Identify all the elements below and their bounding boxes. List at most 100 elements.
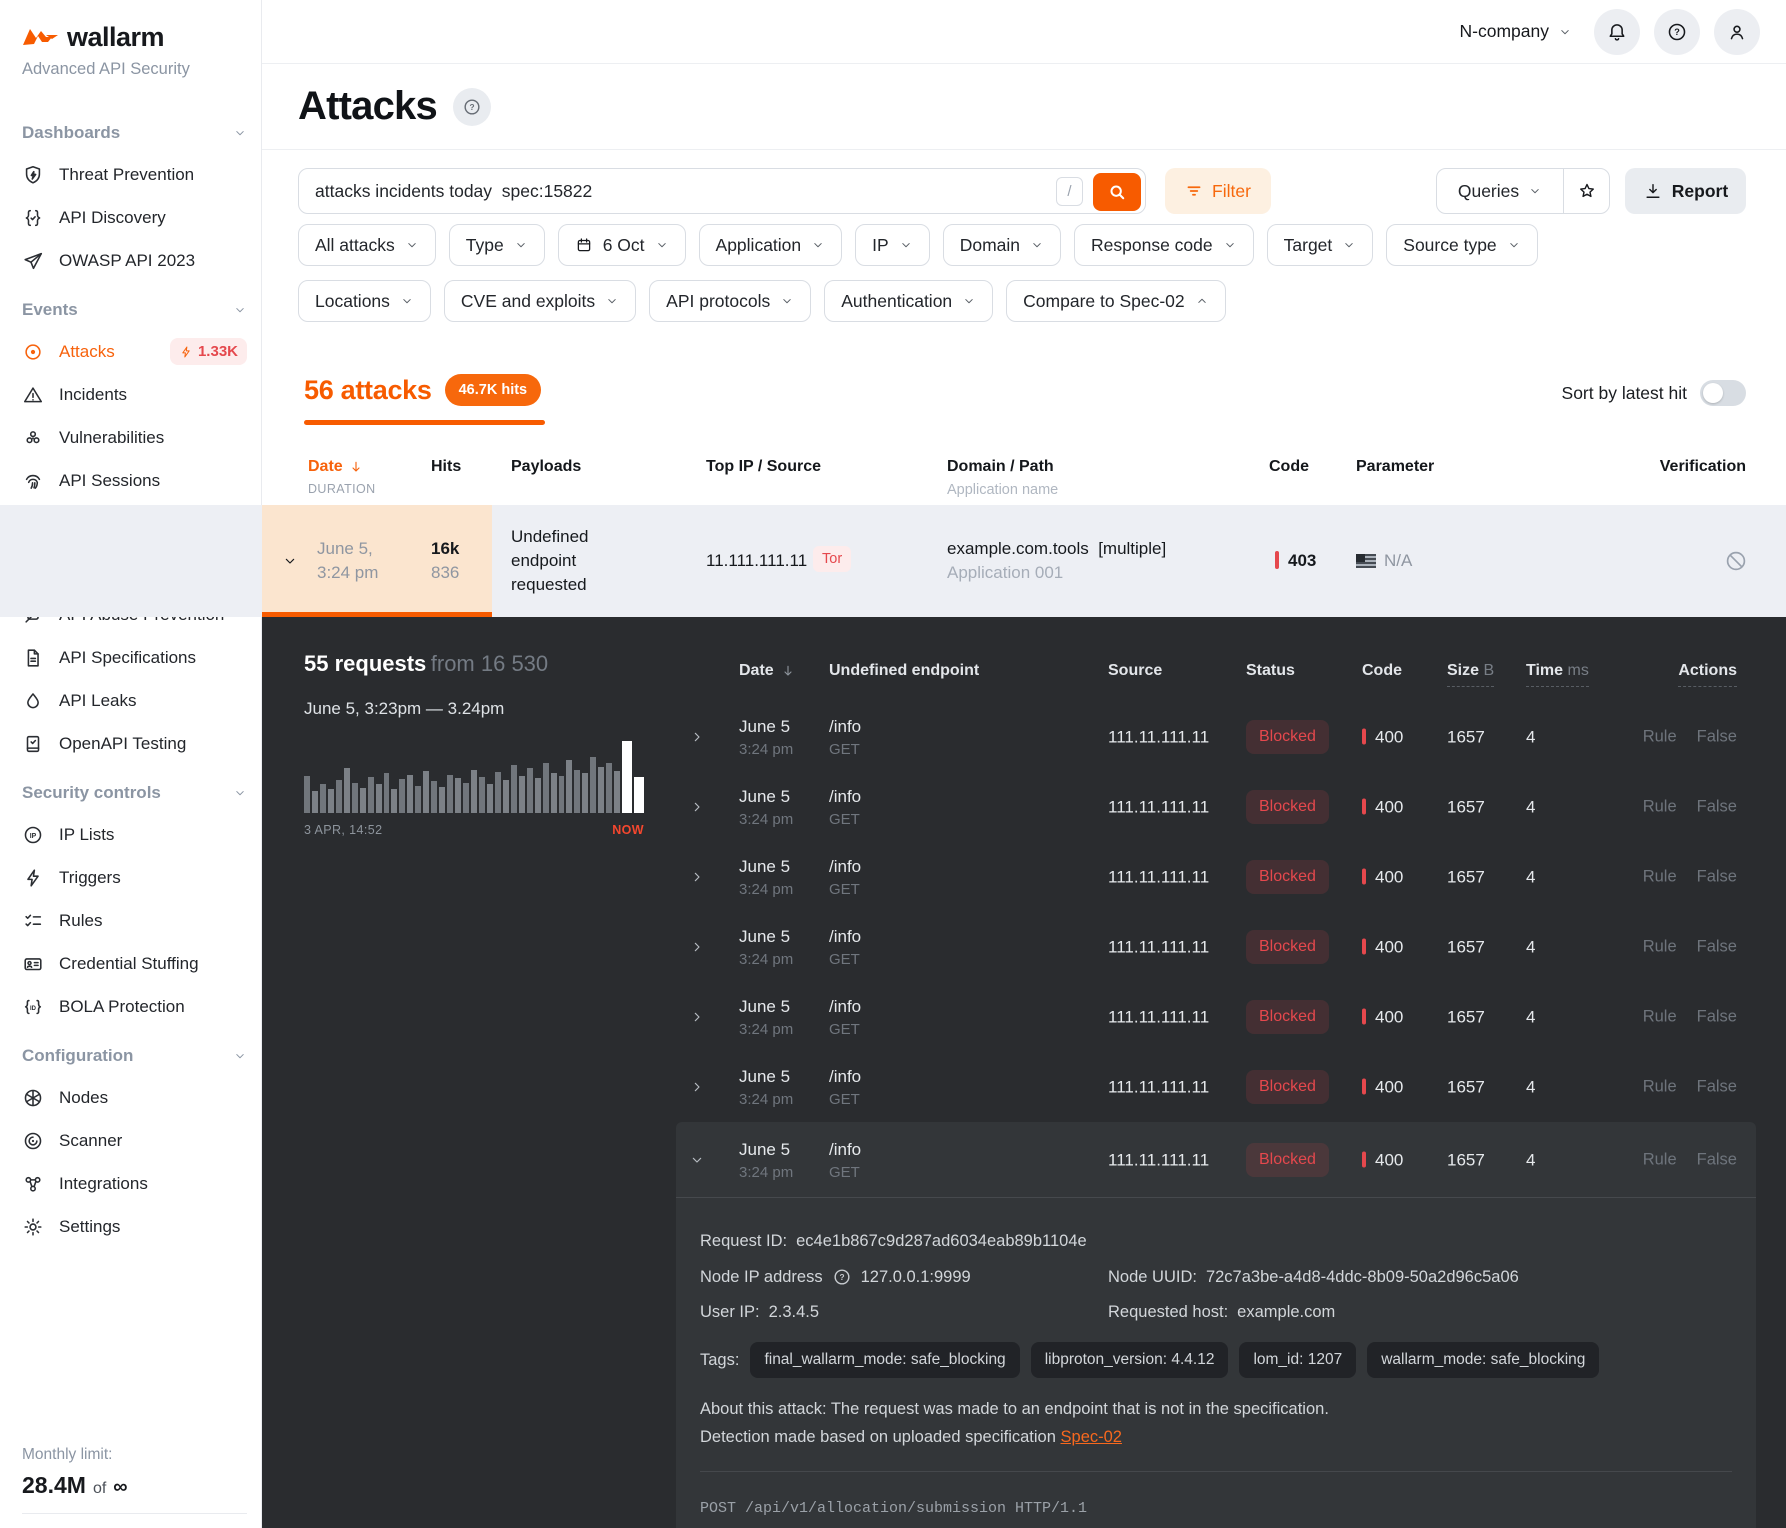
requests-histogram[interactable] [304,741,644,813]
action-rule[interactable]: Rule [1643,798,1677,817]
sidebar-section-header-security-controls[interactable]: Security controls [22,773,247,813]
sidebar-item-scanner[interactable]: Scanner [22,1119,247,1162]
action-rule[interactable]: Rule [1643,1150,1677,1169]
search-input[interactable] [299,181,1145,202]
requests-column-code[interactable]: Code [1362,662,1402,680]
action-false[interactable]: False [1697,728,1737,747]
search-button[interactable] [1093,173,1141,211]
histogram-bar [360,788,366,813]
node-icon [22,1087,44,1109]
filter-chip-type[interactable]: Type [449,224,545,266]
sidebar-item-attacks[interactable]: Attacks1.33K [22,330,247,373]
column-date[interactable]: Date [308,458,364,476]
action-rule[interactable]: Rule [1643,938,1677,957]
sidebar-item-api-discovery[interactable]: API Discovery [22,196,247,239]
requests-column-status[interactable]: Status [1246,662,1295,680]
spec-link[interactable]: Spec-02 [1061,1428,1122,1446]
action-false[interactable]: False [1697,868,1737,887]
filter-chip-response-code[interactable]: Response code [1074,224,1254,266]
requests-column-source[interactable]: Source [1108,662,1162,680]
sidebar-item-rules[interactable]: Rules [22,899,247,942]
wallarm-console: wallarm Advanced API Security Dashboards… [0,0,1786,1528]
expand-request-icon [689,869,705,885]
account-button[interactable] [1714,9,1760,55]
filter-chip-compare-to-spec-02[interactable]: Compare to Spec-02 [1006,280,1225,322]
favorite-query-button[interactable] [1563,169,1609,213]
action-false[interactable]: False [1697,1078,1737,1097]
filter-button[interactable]: Filter [1165,168,1271,214]
action-rule[interactable]: Rule [1643,868,1677,887]
filter-chip-application[interactable]: Application [699,224,843,266]
sidebar-item-api-specifications[interactable]: API Specifications [22,636,247,679]
sidebar-item-triggers[interactable]: Triggers [22,856,247,899]
requests-column-actions[interactable]: Actions [1678,662,1737,687]
chevron-down-icon [655,238,669,252]
action-false[interactable]: False [1697,798,1737,817]
sidebar-item-threat-prevention[interactable]: Threat Prevention [22,153,247,196]
sidebar-item-incidents[interactable]: Incidents [22,373,247,416]
sidebar-section-header-configuration[interactable]: Configuration [22,1036,247,1076]
action-rule[interactable]: Rule [1643,1078,1677,1097]
wallarm-logo[interactable]: wallarm [22,22,247,53]
requests-column-date[interactable]: Date [739,662,796,680]
filter-chip-api-protocols[interactable]: API protocols [649,280,811,322]
request-endpoint: /infoGET [829,784,861,830]
requests-column-time[interactable]: Time ms [1526,662,1589,687]
filter-chip-locations[interactable]: Locations [298,280,431,322]
request-row[interactable]: June 53:24 pm/infoGET111.11.111.11Blocke… [676,842,1756,912]
request-row[interactable]: June 53:24 pm/infoGET111.11.111.11Blocke… [676,1052,1756,1122]
filter-chip-all-attacks[interactable]: All attacks [298,224,436,266]
sort-toggle[interactable] [1700,380,1746,406]
page-help-button[interactable]: ? [453,88,491,126]
request-row-expanded[interactable]: June 53:24 pm /infoGET 111.11.111.11 Blo… [676,1122,1756,1198]
sidebar-item-openapi-testing[interactable]: OpenAPI Testing [22,722,247,765]
action-rule[interactable]: Rule [1643,1008,1677,1027]
sidebar-section-header-events[interactable]: Events [22,290,247,330]
no-verification-icon[interactable] [1724,549,1748,573]
requests-column-size[interactable]: Size B [1447,662,1494,687]
queries-dropdown[interactable]: Queries [1437,169,1563,213]
request-row[interactable]: June 53:24 pm/infoGET111.11.111.11Blocke… [676,912,1756,982]
collapse-row-icon[interactable] [282,553,298,569]
tag-chip-libproton-version-4-4-12: libproton_version: 4.4.12 [1031,1342,1229,1378]
action-false[interactable]: False [1697,938,1737,957]
notifications-button[interactable] [1594,9,1640,55]
report-button[interactable]: Report [1625,168,1746,214]
request-row[interactable]: June 53:24 pm/infoGET111.11.111.11Blocke… [676,702,1756,772]
sidebar-item-owasp-api-2023[interactable]: OWASP API 2023 [22,239,247,282]
sidebar-item-integrations[interactable]: Integrations [22,1162,247,1205]
filter-chip-cve-and-exploits[interactable]: CVE and exploits [444,280,636,322]
action-rule[interactable]: Rule [1643,728,1677,747]
histogram-bar [634,777,644,813]
filter-chip-ip[interactable]: IP [855,224,930,266]
action-false[interactable]: False [1697,1150,1737,1169]
question-circle-icon[interactable]: ? [832,1267,852,1287]
sidebar-item-label: Threat Prevention [59,165,194,185]
sidebar-item-ip-lists[interactable]: IPIP Lists [22,813,247,856]
company-selector[interactable]: N-company [1460,21,1572,42]
request-row[interactable]: June 53:24 pm/infoGET111.11.111.11Blocke… [676,982,1756,1052]
sidebar-section-header-dashboards[interactable]: Dashboards [22,113,247,153]
attack-payload: Undefinedendpointrequested [511,525,589,597]
action-false[interactable]: False [1697,1008,1737,1027]
histogram-bar [447,775,453,813]
request-date: June 53:24 pm [739,1137,793,1183]
request-row[interactable]: June 53:24 pm/infoGET111.11.111.11Blocke… [676,772,1756,842]
sidebar-section-security-controls: Security controlsIPIP ListsTriggersRules… [22,773,247,1028]
help-button[interactable]: ? [1654,9,1700,55]
filter-chip-6-oct[interactable]: 6 Oct [558,224,686,266]
filter-chip-source-type[interactable]: Source type [1386,224,1537,266]
code-severity-bar [1362,729,1366,745]
requests-overview: 55 requests from 16 530 June 5, 3:23pm —… [304,651,644,837]
filter-chip-domain[interactable]: Domain [943,224,1061,266]
filter-chip-target[interactable]: Target [1267,224,1374,266]
attack-row-expanded[interactable]: June 5,3:24 pm 16k836 Undefinedendpointr… [0,505,1786,617]
sidebar-item-bola-protection[interactable]: IDBOLA Protection [22,985,247,1028]
requests-column-undefined-endpoint[interactable]: Undefined endpoint [829,662,979,680]
sidebar-item-nodes[interactable]: Nodes [22,1076,247,1119]
sidebar-item-settings[interactable]: Settings [22,1205,247,1248]
sidebar-item-credential-stuffing[interactable]: Credential Stuffing [22,942,247,985]
sidebar-item-api-leaks[interactable]: API Leaks [22,679,247,722]
collapse-request-icon[interactable] [689,1152,705,1168]
filter-chip-authentication[interactable]: Authentication [824,280,993,322]
